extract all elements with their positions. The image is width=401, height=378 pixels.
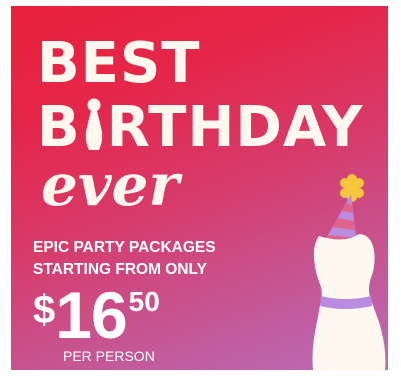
headline-birthday: B RTHDAY (37, 98, 363, 156)
headline-best-text: BEST (37, 31, 201, 96)
price: $1650 (33, 282, 160, 348)
headline-best: BEST (37, 36, 200, 92)
pompom-icon (340, 174, 364, 202)
headline-ever: ever (41, 151, 180, 219)
price-cents: 50 (128, 286, 160, 317)
tagline-starting: STARTING FROM ONLY (33, 261, 207, 278)
price-currency: $ (33, 288, 56, 332)
bowling-pin-party-hat-icon (273, 172, 388, 370)
price-unit: PER PERSON (63, 348, 155, 364)
promo-banner: BEST B RTHDAY ever EPIC PARTY PACKAGES ST… (11, 6, 388, 370)
price-dollars: 16 (55, 278, 127, 352)
tagline-packages: EPIC PARTY PACKAGES (33, 239, 216, 256)
bowling-pin-icon (84, 98, 104, 150)
